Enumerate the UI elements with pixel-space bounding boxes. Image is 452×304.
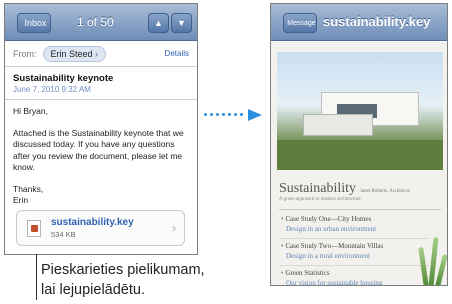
grass-decoration xyxy=(418,246,429,285)
doc-item: • Green Statistics Our vision for sustain… xyxy=(281,269,383,286)
inbox-back-button[interactable]: Inbox xyxy=(17,13,51,33)
email-subject: Sustainability keynote xyxy=(13,73,114,84)
signoff-name: Erin xyxy=(13,195,29,206)
message-counter: 1 of 50 xyxy=(77,15,114,29)
message-back-button[interactable]: Message xyxy=(283,13,317,33)
attachment-size: 534 KB xyxy=(51,230,76,239)
grass-decoration xyxy=(435,253,447,285)
attachment-item[interactable]: sustainability.key 534 KB › xyxy=(16,210,185,246)
attachment-name: sustainability.key xyxy=(51,217,134,228)
arrow-right-icon xyxy=(248,109,262,121)
chevron-right-icon: › xyxy=(95,48,99,59)
preview-navbar: Message sustainability.key xyxy=(271,4,447,41)
details-link[interactable]: Details xyxy=(165,49,189,58)
callout-line-2: lai lejupielādētu. xyxy=(41,282,145,298)
callout-line xyxy=(36,254,37,300)
dotted-connector xyxy=(204,113,243,116)
keynote-document: Sustainability Janet Roberts, Architects … xyxy=(271,42,447,286)
next-message-button[interactable]: ▼ xyxy=(171,13,192,33)
email-body: Hi Bryan, Attached is the Sustainability… xyxy=(5,100,197,206)
signoff-thanks: Thanks, xyxy=(13,184,44,195)
house-photo xyxy=(277,52,443,170)
doc-item: • Case Study Two—Mountain Villas Design i… xyxy=(281,242,384,260)
from-row: From: Erin Steed › Details xyxy=(5,41,197,67)
from-label: From: xyxy=(13,48,37,59)
email-date: June 7, 2010 9:32 AM xyxy=(13,85,91,94)
doc-item: • Case Study One—City Homes Design in an … xyxy=(281,215,377,233)
greeting: Hi Bryan, xyxy=(13,106,48,116)
callout-text: Pieskarieties pielikumam, lai lejupielād… xyxy=(41,260,205,300)
email-screen: Inbox 1 of 50 ▲ ▼ From: Erin Steed › Det… xyxy=(4,3,198,255)
sender-name: Erin Steed xyxy=(50,48,93,59)
doc-title: Sustainability Janet Roberts, Architects xyxy=(279,181,410,196)
callout-line-1: Pieskarieties pielikumam, xyxy=(41,262,205,278)
down-arrow-icon: ▼ xyxy=(177,18,186,28)
chevron-right-icon: › xyxy=(172,221,176,235)
email-navbar: Inbox 1 of 50 ▲ ▼ xyxy=(5,4,197,41)
sender-chip[interactable]: Erin Steed › xyxy=(42,45,107,62)
attachment-preview-screen: Message sustainability.key Sustainabilit… xyxy=(270,3,448,286)
keynote-file-icon xyxy=(27,219,41,237)
doc-byline: Janet Roberts, Architects xyxy=(360,189,410,194)
up-arrow-icon: ▲ xyxy=(154,18,163,28)
preview-title: sustainability.key xyxy=(323,14,431,29)
previous-message-button[interactable]: ▲ xyxy=(148,13,169,33)
body-paragraph: Attached is the Sustainability keynote t… xyxy=(13,128,184,172)
doc-subtitle: A green approach to modern architecture xyxy=(279,197,361,202)
